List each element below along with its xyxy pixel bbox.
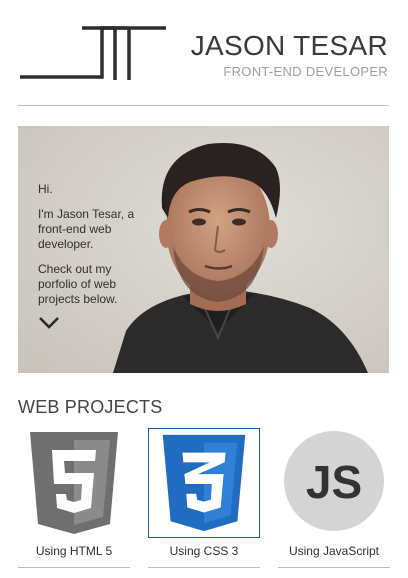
project-card-html5[interactable]: Using HTML 5 (18, 428, 130, 568)
chevron-down-icon[interactable] (38, 316, 60, 330)
hero-cta-text: Check out my porfolio of web projects be… (38, 262, 118, 306)
section-title-web-projects: WEB PROJECTS (18, 397, 163, 417)
project-label: Using CSS 3 (169, 544, 239, 558)
hero-greeting: Hi. (38, 182, 53, 196)
site-subtitle: FRONT-END DEVELOPER (223, 64, 388, 79)
css3-icon (148, 428, 260, 538)
hero-intro: Hi. I'm Jason Tesar, a front-end web dev… (38, 182, 146, 317)
project-card-css3[interactable]: Using CSS 3 (148, 428, 260, 568)
project-label: Using HTML 5 (35, 544, 113, 558)
project-divider (18, 567, 130, 568)
project-card-javascript[interactable]: JS Using JavaScript (278, 428, 390, 568)
project-divider (148, 567, 260, 568)
site-name: JASON TESAR (190, 30, 388, 61)
js-icon: JS (284, 431, 384, 531)
logo-monogram[interactable] (18, 24, 168, 82)
js-badge-text: JS (306, 456, 362, 508)
hero-intro-text: I'm Jason Tesar, a front-end web develop… (38, 207, 135, 251)
project-label: Using JavaScript (288, 544, 380, 558)
hero-banner: Hi. I'm Jason Tesar, a front-end web dev… (18, 126, 389, 373)
project-divider (278, 567, 390, 568)
header-divider (18, 105, 389, 106)
html5-icon (30, 432, 118, 534)
